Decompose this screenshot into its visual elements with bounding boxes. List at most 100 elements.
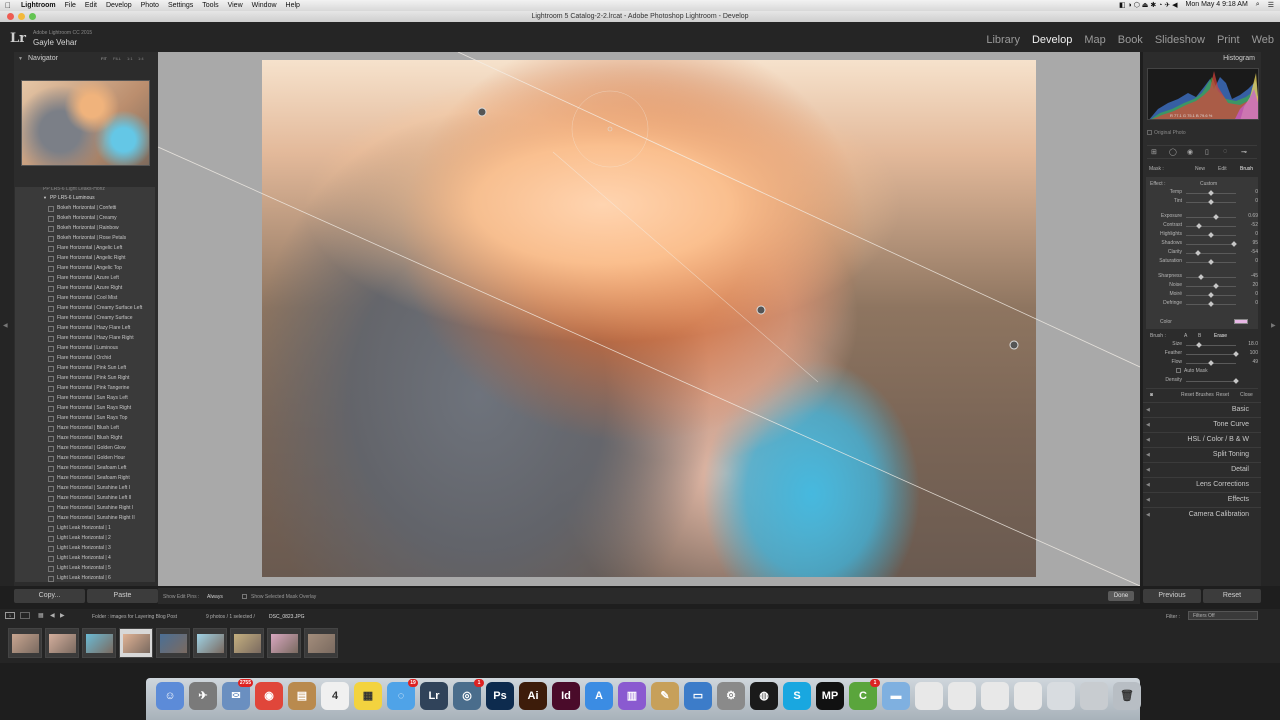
- adjust-1-knob[interactable]: [1208, 199, 1214, 205]
- section-5[interactable]: ◀ Lens Corrections: [1143, 477, 1261, 491]
- preset-item[interactable]: Flare Horizontal | Angelic Top: [15, 263, 155, 273]
- adjust-2-knob[interactable]: [1213, 214, 1219, 220]
- docs3-dock-icon[interactable]: [981, 682, 1009, 710]
- app-menu[interactable]: Lightroom: [21, 2, 56, 9]
- adjust-5-value[interactable]: 95: [1240, 240, 1258, 246]
- docs2-dock-icon[interactable]: [948, 682, 976, 710]
- close-window-button[interactable]: [7, 13, 14, 20]
- mask-overlay-checkbox[interactable]: [242, 594, 247, 599]
- adjust-4-value[interactable]: 0: [1240, 231, 1258, 237]
- module-map[interactable]: Map: [1084, 34, 1105, 46]
- module-slideshow[interactable]: Slideshow: [1155, 34, 1205, 46]
- screen-1-icon[interactable]: 1: [5, 612, 15, 619]
- preset-item[interactable]: Haze Horizontal | Sunshine Left I: [15, 483, 155, 493]
- module-print[interactable]: Print: [1217, 34, 1240, 46]
- adjust-3-track[interactable]: [1186, 226, 1236, 227]
- preset-item[interactable]: Flare Horizontal | Sun Rays Top: [15, 413, 155, 423]
- effect-select[interactable]: Custom: [1200, 181, 1217, 187]
- preset-item[interactable]: Haze Horizontal | Seafoam Left: [15, 463, 155, 473]
- section-collapse-icon[interactable]: ◀: [1146, 418, 1150, 432]
- previous-button[interactable]: Previous: [1143, 589, 1201, 603]
- adjust-5-slider[interactable]: Shadows 95: [1150, 240, 1258, 248]
- zoom-window-button[interactable]: [29, 13, 36, 20]
- mask-edit[interactable]: Edit: [1218, 166, 1227, 172]
- brush-size-value[interactable]: 18.0: [1240, 341, 1258, 347]
- brush-a[interactable]: A: [1184, 333, 1187, 339]
- original-photo-checkbox[interactable]: [1147, 130, 1152, 135]
- menu-photo[interactable]: Photo: [141, 2, 159, 9]
- menu-view[interactable]: View: [228, 2, 243, 9]
- filmstrip-thumb[interactable]: [267, 628, 301, 658]
- preset-item[interactable]: Flare Horizontal | Pink Sun Right: [15, 373, 155, 383]
- preset-item[interactable]: Light Leak Horizontal | 6: [15, 573, 155, 582]
- forward-arrow-icon[interactable]: ▶: [60, 612, 65, 619]
- syspref-dock-icon[interactable]: ⚙: [717, 682, 745, 710]
- left-collapse-arrow-icon[interactable]: ◀: [3, 322, 8, 329]
- preset-item[interactable]: Light Leak Horizontal | 2: [15, 533, 155, 543]
- brush-flow-knob[interactable]: [1207, 360, 1214, 366]
- module-book[interactable]: Book: [1118, 34, 1143, 46]
- adjust-1-slider[interactable]: Tint 0: [1150, 198, 1258, 206]
- adjust-6-slider[interactable]: Clarity -54: [1150, 249, 1258, 257]
- filmstrip-thumb[interactable]: [45, 628, 79, 658]
- preset-item[interactable]: Flare Horizontal | Orchid: [15, 353, 155, 363]
- spotlight-icon[interactable]: ⌕: [1256, 1, 1260, 9]
- adjust-6-track[interactable]: [1186, 253, 1236, 254]
- show-edit-pins-select[interactable]: Always: [207, 594, 223, 600]
- photoshop-dock-icon[interactable]: Ps: [486, 682, 514, 710]
- preset-item[interactable]: Flare Horizontal | Sun Rays Right: [15, 403, 155, 413]
- preset-item[interactable]: Light Leak Horizontal | 1: [15, 523, 155, 533]
- preset-item[interactable]: Bokeh Horizontal | Rose Petals: [15, 233, 155, 243]
- preset-item[interactable]: Flare Horizontal | Creamy Surface Left: [15, 303, 155, 313]
- adjust-5-track[interactable]: [1186, 244, 1236, 245]
- red-eye-icon[interactable]: ◉: [1187, 148, 1193, 156]
- preset-item[interactable]: Flare Horizontal | Creamy Surface: [15, 313, 155, 323]
- adjust-1-value[interactable]: 0: [1240, 198, 1258, 204]
- photo-canvas[interactable]: [262, 60, 1036, 577]
- brush-feather-slider[interactable]: Feather 100: [1150, 350, 1258, 358]
- brush-feather-value[interactable]: 100: [1240, 350, 1258, 356]
- preset-item[interactable]: Light Leak Horizontal | 5: [15, 563, 155, 573]
- quicktime-dock-icon[interactable]: ◍: [750, 682, 778, 710]
- illustrator-dock-icon[interactable]: Ai: [519, 682, 547, 710]
- section-4[interactable]: ◀ Detail: [1143, 462, 1261, 476]
- filmstrip-thumb[interactable]: [8, 628, 42, 658]
- brush-footer-toggle-icon[interactable]: ◙: [1150, 392, 1153, 398]
- preview-dock-icon[interactable]: ✎: [651, 682, 679, 710]
- adjust-3-value[interactable]: -52: [1240, 222, 1258, 228]
- navigator-preview[interactable]: [21, 80, 150, 166]
- preset-folder[interactable]: ▼ PP LR5-6 Luminous: [15, 193, 155, 203]
- radial-filter-icon[interactable]: ◌: [1223, 148, 1227, 155]
- menu-help[interactable]: Help: [286, 2, 300, 9]
- section-collapse-icon[interactable]: ◀: [1146, 463, 1150, 477]
- adjust-6-knob[interactable]: [1195, 250, 1201, 256]
- screen-2-icon[interactable]: [20, 612, 30, 619]
- section-collapse-icon[interactable]: ◀: [1146, 508, 1150, 522]
- menu-settings[interactable]: Settings: [168, 2, 193, 9]
- menu-edit[interactable]: Edit: [85, 2, 97, 9]
- zoom-1-1[interactable]: 1:1: [127, 56, 133, 61]
- lightroom-dock-icon[interactable]: Lr: [420, 682, 448, 710]
- mask-new[interactable]: New: [1195, 166, 1205, 172]
- adjust-0-value[interactable]: 0: [1240, 189, 1258, 195]
- filmstrip-thumb[interactable]: [119, 628, 153, 658]
- section-0[interactable]: ◀ Basic: [1143, 402, 1261, 416]
- adjust-2-value[interactable]: 0.69: [1240, 213, 1258, 219]
- left-panel-edge[interactable]: ◀: [0, 52, 14, 586]
- filter-select[interactable]: Filters Off: [1188, 611, 1258, 620]
- keynote-dock-icon[interactable]: ▭: [684, 682, 712, 710]
- copy-button[interactable]: Copy...: [14, 589, 85, 603]
- filmstrip-thumb[interactable]: [82, 628, 116, 658]
- mail-dock-icon[interactable]: ✉ 2755: [222, 679, 253, 710]
- ibooks-dock-icon[interactable]: ▥: [618, 682, 646, 710]
- preset-item[interactable]: Bokeh Horizontal | Rainbow: [15, 223, 155, 233]
- adjust-6-value[interactable]: -54: [1240, 249, 1258, 255]
- camera-dock-icon[interactable]: ◎ 1: [453, 679, 484, 710]
- messages-dock-icon[interactable]: ◌ 19: [387, 679, 418, 710]
- auto-mask-checkbox[interactable]: [1176, 368, 1181, 373]
- adjust-3-slider[interactable]: Contrast -52: [1150, 222, 1258, 230]
- adjust-11-value[interactable]: 0: [1240, 300, 1258, 306]
- module-develop[interactable]: Develop: [1032, 34, 1072, 46]
- preset-item[interactable]: Flare Horizontal | Azure Left: [15, 273, 155, 283]
- adjust-9-value[interactable]: 20: [1240, 282, 1258, 288]
